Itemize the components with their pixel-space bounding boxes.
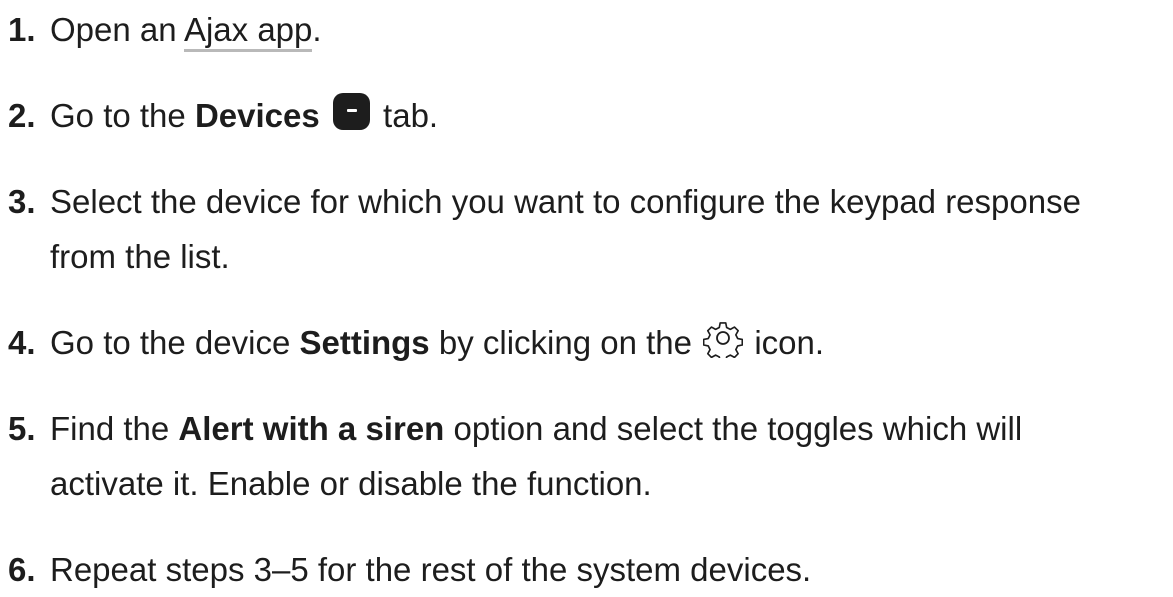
devices-tab-icon xyxy=(332,93,370,130)
step-number: 2. xyxy=(8,97,36,134)
step-text: Repeat steps 3–5 for the rest of the sys… xyxy=(50,551,812,588)
step-5: 5. Find the Alert with a siren option and… xyxy=(8,401,1173,511)
ajax-app-link[interactable]: Ajax app xyxy=(183,11,313,52)
step-number: 3. xyxy=(8,183,36,220)
step-text: option and select the toggles which will xyxy=(444,410,1023,447)
step-text: Find the xyxy=(50,410,179,447)
step-text: Open an xyxy=(50,11,184,48)
step-number: 6. xyxy=(8,551,36,588)
step-text: by clicking on the xyxy=(429,324,702,361)
instruction-steps: 1. Open an Ajax app. 2. Go to the Devices … xyxy=(0,0,1173,588)
step-3: 3. Select the device for which you want t… xyxy=(8,174,1173,284)
step-text: Select the device for which you want to … xyxy=(50,183,1081,220)
step-text-continued: activate it. Enable or disable the funct… xyxy=(50,465,652,502)
gear-icon xyxy=(703,322,744,358)
step-number: 5. xyxy=(8,410,36,447)
step-4: 4. Go to the device Settings by clicking … xyxy=(8,315,1173,370)
step-text: icon. xyxy=(745,324,825,361)
step-1: 1. Open an Ajax app. xyxy=(8,2,1173,57)
step-number: 4. xyxy=(8,324,36,361)
step-text: tab. xyxy=(373,97,439,134)
step-text-continued: from the list. xyxy=(50,238,230,275)
devices-label: Devices xyxy=(194,97,320,134)
step-6: 6. Repeat steps 3–5 for the rest of the s… xyxy=(8,542,1173,597)
step-text: . xyxy=(312,11,322,48)
settings-label: Settings xyxy=(299,324,430,361)
step-number: 1. xyxy=(8,11,36,48)
step-text: Go to the device xyxy=(50,324,300,361)
step-text: Go to the xyxy=(50,97,195,134)
step-2: 2. Go to the Devices tab. xyxy=(8,88,1173,143)
alert-with-siren-label: Alert with a siren xyxy=(178,410,445,447)
